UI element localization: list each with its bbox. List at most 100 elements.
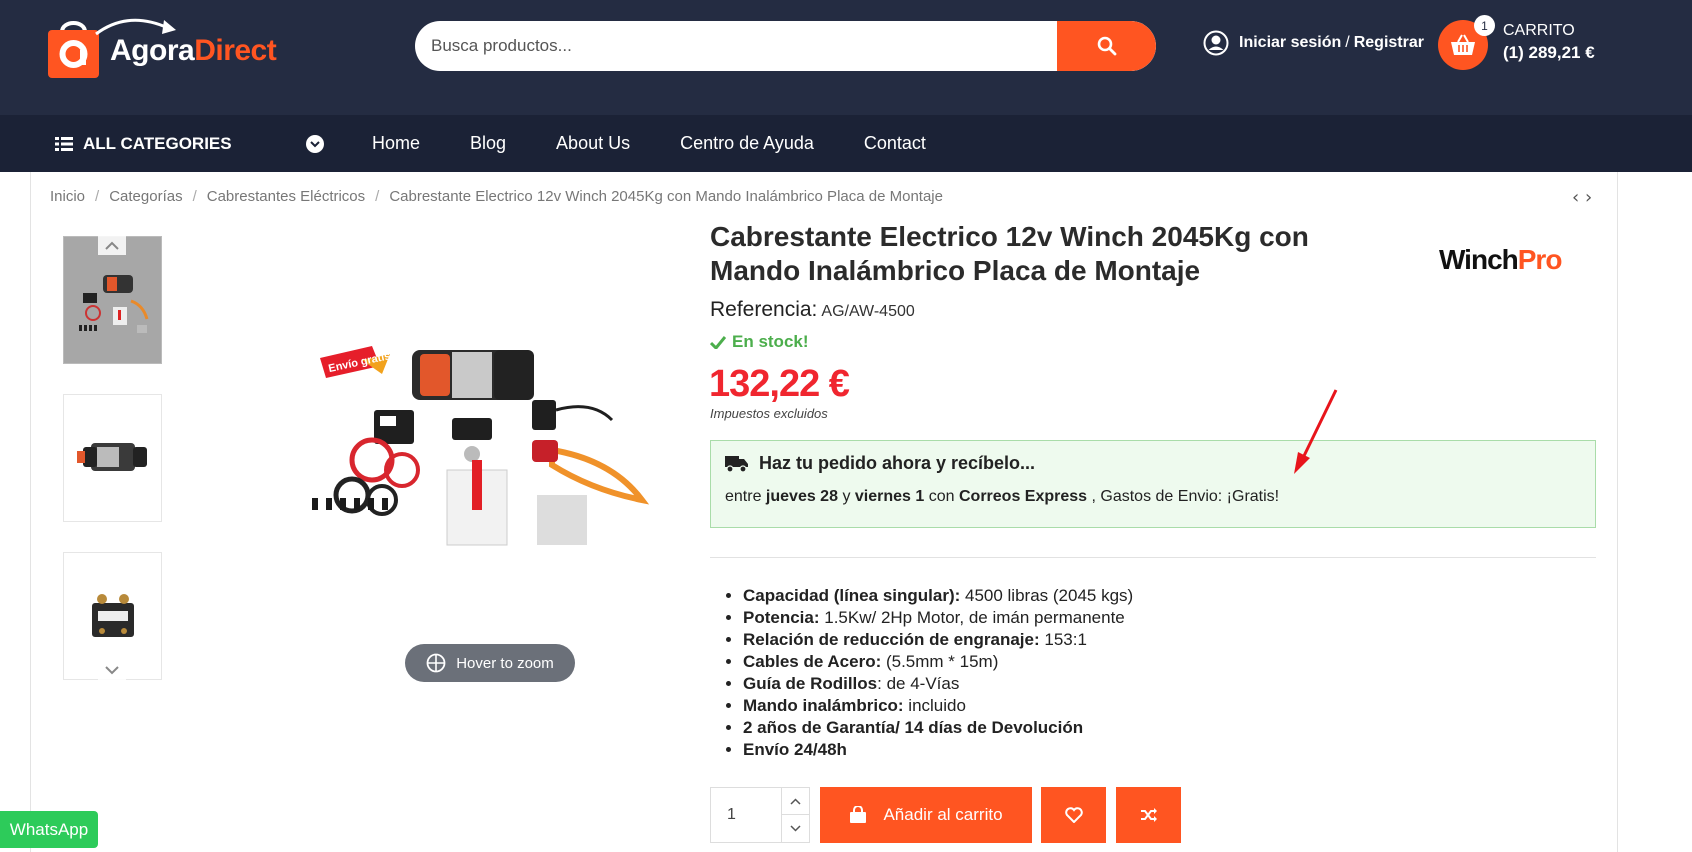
quantity-input[interactable] bbox=[711, 788, 783, 842]
thumbnail-winch-image bbox=[76, 443, 147, 471]
add-to-cart-button[interactable]: Añadir al carrito bbox=[820, 787, 1032, 843]
chevron-down-icon bbox=[105, 665, 119, 674]
content-border-left bbox=[30, 172, 31, 852]
add-to-cart-label: Añadir al carrito bbox=[883, 805, 1003, 824]
crosshair-icon bbox=[426, 653, 446, 673]
quantity-stepper bbox=[710, 787, 810, 843]
spec-item: Envío 24/48h bbox=[743, 739, 1133, 761]
content-border-right bbox=[1617, 172, 1618, 852]
quantity-decrease-button[interactable] bbox=[781, 815, 809, 842]
stock-label: En stock! bbox=[732, 332, 809, 351]
add-to-wishlist-button[interactable] bbox=[1041, 787, 1106, 843]
thumbnails-scroll-up[interactable] bbox=[98, 235, 126, 255]
spec-value: (5.5mm * 15m) bbox=[881, 652, 999, 671]
breadcrumb-separator: / bbox=[375, 188, 380, 205]
spec-value: incluido bbox=[903, 696, 966, 715]
product-title: Cabrestante Electrico 12v Winch 2045Kg c… bbox=[710, 221, 1309, 286]
cart-label: CARRITO bbox=[1503, 22, 1575, 39]
spec-label: Guía de Rodillos bbox=[743, 674, 878, 693]
spec-label: Relación de reducción de engranaje: bbox=[743, 630, 1040, 649]
delivery-day1: jueves 28 bbox=[765, 488, 838, 505]
spec-item: 2 años de Garantía/ 14 días de Devolució… bbox=[743, 717, 1133, 739]
spec-item: Capacidad (línea singular): 4500 libras … bbox=[743, 585, 1133, 607]
nav-link-home[interactable]: Home bbox=[372, 133, 420, 154]
site-logo[interactable]: AgoraDirect bbox=[48, 14, 277, 78]
whatsapp-button[interactable]: WhatsApp bbox=[0, 811, 98, 848]
breadcrumb-item-home[interactable]: Inicio bbox=[50, 188, 85, 205]
product-price: 132,22 € bbox=[709, 363, 850, 405]
delivery-estimate-box: Haz tu pedido ahora y recíbelo... entre … bbox=[710, 440, 1596, 528]
register-link[interactable]: Registrar bbox=[1354, 34, 1424, 52]
nav-link-help-center[interactable]: Centro de Ayuda bbox=[680, 133, 814, 154]
spec-label: 2 años de Garantía/ 14 días de Devolució… bbox=[743, 718, 1084, 737]
delivery-day2: viernes 1 bbox=[854, 488, 925, 505]
cart-summary[interactable]: CARRITO (1) 289,21 € bbox=[1503, 20, 1595, 64]
main-product-image[interactable]: Envío gratis bbox=[312, 330, 672, 580]
brand-logo[interactable]: WinchPro bbox=[1439, 244, 1563, 276]
truck-icon bbox=[725, 455, 748, 473]
chevron-up-icon bbox=[790, 797, 801, 805]
brand-logo-part2: Pro bbox=[1517, 244, 1563, 275]
delivery-heading: Haz tu pedido ahora y recíbelo... bbox=[725, 453, 1035, 474]
cart-count-badge: 1 bbox=[1474, 15, 1495, 36]
check-icon bbox=[710, 335, 726, 349]
delivery-prefix: entre bbox=[725, 488, 762, 505]
product-specs-list: Capacidad (línea singular): 4500 libras … bbox=[743, 585, 1133, 761]
search-input[interactable] bbox=[431, 21, 1061, 71]
hover-to-zoom-label: Hover to zoom bbox=[456, 654, 554, 672]
user-icon bbox=[1203, 30, 1229, 56]
spec-label: Capacidad (línea singular): bbox=[743, 586, 961, 605]
breadcrumb-separator: / bbox=[192, 188, 197, 205]
delivery-conj: y bbox=[842, 488, 851, 505]
logo-text-agora: Agora bbox=[110, 34, 195, 67]
nav-link-blog[interactable]: Blog bbox=[470, 133, 506, 154]
next-product-icon[interactable]: › bbox=[1585, 187, 1592, 208]
nav-link-contact[interactable]: Contact bbox=[864, 133, 926, 154]
brand-logo-part1: Winch bbox=[1439, 244, 1519, 275]
thumbnail-contactor-image bbox=[91, 594, 134, 637]
breadcrumb-separator: / bbox=[95, 188, 100, 205]
spec-value: 4500 libras (2045 kgs) bbox=[960, 586, 1134, 605]
search-icon bbox=[1097, 36, 1116, 56]
delivery-details: entre jueves 28 y viernes 1 con Correos … bbox=[725, 488, 1279, 506]
spec-label: Mando inalámbrico: bbox=[743, 696, 904, 715]
logo-text-direct: Direct bbox=[194, 34, 277, 67]
prev-product-icon[interactable]: ‹ bbox=[1572, 187, 1579, 208]
delivery-heading-text: Haz tu pedido ahora y recíbelo... bbox=[759, 453, 1036, 473]
product-reference: Referencia: AG/AW-4500 bbox=[710, 298, 915, 322]
quantity-increase-button[interactable] bbox=[781, 788, 809, 815]
cart-icon bbox=[1451, 34, 1475, 55]
compare-button[interactable] bbox=[1116, 787, 1181, 843]
spec-value: 153:1 bbox=[1039, 630, 1087, 649]
thumbnail-2[interactable] bbox=[63, 394, 162, 522]
chevron-down-icon bbox=[310, 141, 320, 148]
thumbnails-scroll-down[interactable] bbox=[98, 660, 126, 680]
login-link[interactable]: Iniciar sesión bbox=[1239, 34, 1341, 52]
spec-item: Guía de Rodillos: de 4-Vías bbox=[743, 673, 1133, 695]
breadcrumb-item-categories[interactable]: Categorías bbox=[109, 188, 182, 205]
spec-label: Cables de Acero: bbox=[743, 652, 882, 671]
search-bar bbox=[415, 21, 1156, 71]
cart-total: (1) 289,21 € bbox=[1503, 43, 1595, 62]
breadcrumb-item-winches[interactable]: Cabrestantes Eléctricos bbox=[207, 188, 365, 205]
search-button[interactable] bbox=[1057, 21, 1156, 71]
spec-label: Envío 24/48h bbox=[743, 740, 847, 759]
spec-item: Mando inalámbrico: incluido bbox=[743, 695, 1133, 717]
nav-link-about-us[interactable]: About Us bbox=[556, 133, 630, 154]
list-icon bbox=[55, 136, 73, 151]
chevron-up-icon bbox=[105, 241, 119, 250]
all-categories-menu[interactable]: ALL CATEGORIES bbox=[55, 115, 232, 172]
spec-item: Potencia: 1.5Kw/ 2Hp Motor, de imán perm… bbox=[743, 607, 1133, 629]
reference-value: AG/AW-4500 bbox=[821, 303, 915, 320]
categories-toggle[interactable] bbox=[306, 135, 324, 153]
breadcrumb: Inicio / Categorías / Cabrestantes Eléct… bbox=[50, 188, 943, 205]
product-prev-next: ‹ › bbox=[1572, 187, 1592, 208]
delivery-carrier: Correos Express bbox=[958, 488, 1088, 505]
shopping-bag-icon bbox=[850, 806, 867, 823]
section-divider bbox=[710, 557, 1596, 558]
spec-item: Cables de Acero: (5.5mm * 15m) bbox=[743, 651, 1133, 673]
free-shipping-badge: Envío gratis bbox=[320, 346, 391, 378]
tax-note: Impuestos excluidos bbox=[710, 406, 828, 421]
thumbnail-1[interactable] bbox=[63, 236, 162, 364]
shuffle-icon bbox=[1140, 808, 1157, 822]
